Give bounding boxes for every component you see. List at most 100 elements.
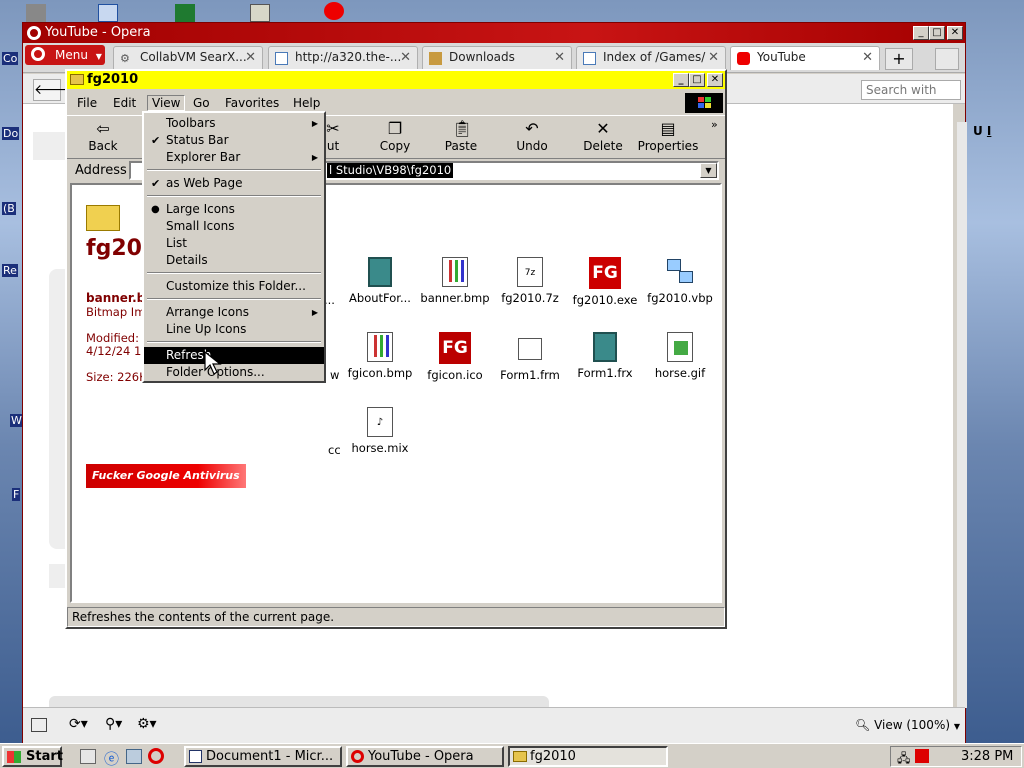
desktop-icon[interactable] — [250, 4, 270, 22]
quicklaunch-icon[interactable] — [126, 749, 142, 764]
menu-item-details[interactable]: Details — [144, 252, 324, 269]
menu-item-arrange-icons[interactable]: Arrange Icons ▶ — [144, 304, 324, 321]
menu-favorites[interactable]: Favorites — [225, 96, 279, 110]
excel-icon[interactable] — [175, 4, 195, 22]
file-item[interactable]: ♪ horse.mix — [340, 407, 420, 455]
close-icon[interactable]: ✕ — [400, 50, 411, 65]
file-item[interactable]: AboutFor... — [340, 257, 420, 305]
task-fg2010[interactable]: fg2010 — [508, 746, 668, 767]
search-input[interactable]: Search with — [861, 80, 961, 100]
file-item[interactable]: horse.gif — [640, 332, 720, 380]
file-item[interactable]: fgicon.bmp — [340, 332, 420, 380]
menu-item-line-up-icons[interactable]: Line Up Icons — [144, 321, 324, 338]
opera-icon[interactable] — [324, 2, 344, 20]
file-item[interactable]: Form1.frx — [565, 332, 645, 380]
menu-item-list[interactable]: List — [144, 235, 324, 252]
desktop-label[interactable]: F — [12, 488, 21, 501]
ie-icon[interactable]: ⓔ — [104, 748, 119, 768]
format-toolbar[interactable]: U I — [973, 124, 1024, 142]
scrollbar[interactable] — [957, 122, 967, 708]
file-label-partial: cc — [328, 443, 341, 457]
desktop-label[interactable]: (B — [2, 202, 16, 215]
task-opera[interactable]: YouTube - Opera — [346, 746, 504, 767]
menu-item-as-web-page[interactable]: ✔ as Web Page — [144, 175, 324, 192]
close-button[interactable]: ✕ — [947, 26, 963, 40]
menu-edit[interactable]: Edit — [113, 96, 136, 110]
tab-trash-button[interactable] — [935, 48, 959, 70]
settings-icon[interactable]: ⚙▾ — [137, 716, 157, 732]
zoom-control[interactable]: 🔍︎ View (100%) ▼ — [855, 718, 960, 732]
file-item[interactable]: banner.bmp — [415, 257, 495, 305]
close-icon[interactable]: ✕ — [708, 50, 719, 65]
menu-item-customize-folder[interactable]: Customize this Folder... — [144, 278, 324, 295]
desktop-icon[interactable] — [98, 4, 118, 22]
toolbar-overflow-icon[interactable]: » — [711, 118, 718, 131]
properties-button[interactable]: ▤ Properties — [633, 119, 703, 157]
chevron-down-icon[interactable]: ▼ — [700, 163, 717, 178]
menu-view[interactable]: View — [147, 95, 186, 111]
menu-item-small-icons[interactable]: Small Icons — [144, 218, 324, 235]
menu-item-label: Small Icons — [166, 219, 235, 233]
tab-youtube[interactable]: YouTube ✕ — [730, 46, 880, 70]
close-button[interactable]: ✕ — [707, 73, 723, 87]
network-icon[interactable]: ⚲▾ — [105, 716, 122, 732]
menu-item-folder-options[interactable]: Folder Options... — [144, 364, 324, 381]
back-button[interactable]: 🡐 — [33, 79, 72, 101]
file-item[interactable]: FG fg2010.exe — [565, 257, 645, 307]
mix-icon: ♪ — [367, 407, 393, 437]
maximize-button[interactable]: □ — [689, 73, 705, 87]
file-item[interactable]: 7z fg2010.7z — [490, 257, 570, 305]
file-item[interactable]: FG fgicon.ico — [415, 332, 495, 382]
desktop-icon[interactable] — [26, 4, 46, 22]
file-label: fg2010.exe — [572, 293, 638, 307]
desktop-label[interactable]: W — [10, 414, 23, 427]
tab-a320[interactable]: http://a320.the-... ✕ — [268, 46, 418, 70]
file-item[interactable]: fg2010.vbp — [640, 257, 720, 305]
copy-button[interactable]: ❐ Copy — [365, 119, 425, 157]
menu-item-large-icons[interactable]: ● Large Icons — [144, 201, 324, 218]
desktop-label[interactable]: Co — [2, 52, 19, 65]
form-icon — [593, 332, 617, 362]
undo-icon: ↶ — [525, 119, 539, 138]
desktop-label[interactable]: Re — [2, 264, 18, 277]
menu-item-explorer-bar[interactable]: Explorer Bar ▶ — [144, 149, 324, 166]
paste-button[interactable]: 📋︎ Paste — [431, 119, 491, 157]
delete-button[interactable]: ✕ Delete — [573, 119, 633, 157]
opera-icon[interactable] — [148, 748, 164, 764]
menu-item-status-bar[interactable]: ✔ Status Bar — [144, 132, 324, 149]
network-icon[interactable]: 🖧 — [897, 749, 910, 768]
menu-item-label: Line Up Icons — [166, 322, 247, 336]
back-button[interactable]: ⇦ Back — [73, 119, 133, 157]
desktop-label[interactable]: Do — [2, 127, 20, 140]
maximize-button[interactable]: □ — [929, 26, 945, 40]
tab-collabvm[interactable]: ⚙ CollabVM SearX... ✕ — [113, 46, 263, 70]
power-icon[interactable] — [915, 749, 929, 763]
close-icon[interactable]: ✕ — [554, 50, 565, 65]
close-icon[interactable]: ✕ — [245, 50, 256, 65]
menu-file[interactable]: File — [77, 96, 97, 110]
undo-button[interactable]: ↶ Undo — [502, 119, 562, 157]
minimize-button[interactable]: _ — [913, 26, 929, 40]
close-icon[interactable]: ✕ — [862, 50, 873, 65]
sync-icon[interactable]: ⟳▾ — [69, 716, 88, 732]
start-button[interactable]: Start — [2, 746, 63, 767]
menu-item-toolbars[interactable]: Toolbars ▶ — [144, 115, 324, 132]
windows-logo-icon — [685, 93, 723, 113]
minimize-button[interactable]: _ — [673, 73, 689, 87]
file-item[interactable]: Form1.frm — [490, 332, 570, 382]
tab-index-games[interactable]: Index of /Games/ ✕ — [576, 46, 726, 70]
menu-go[interactable]: Go — [193, 96, 210, 110]
quicklaunch-icon[interactable] — [80, 749, 96, 764]
explorer-titlebar[interactable]: fg2010 _ □ ✕ — [67, 71, 725, 89]
menu-help[interactable]: Help — [293, 96, 320, 110]
tab-downloads[interactable]: Downloads ✕ — [422, 46, 572, 70]
task-word[interactable]: Document1 - Micr... — [184, 746, 342, 767]
opera-menu-button[interactable]: Menu ▼ — [25, 45, 105, 65]
opera-titlebar[interactable]: YouTube - Opera _ □ ✕ — [23, 23, 965, 43]
zoom-label: View (100%) — [874, 718, 951, 732]
panel-toggle-icon[interactable] — [31, 718, 47, 732]
window-title: fg2010 — [87, 72, 139, 87]
clock[interactable]: 3:28 PM — [961, 747, 1013, 766]
menu-item-refresh[interactable]: Refresh — [144, 347, 324, 364]
add-tab-button[interactable]: + — [885, 48, 913, 70]
